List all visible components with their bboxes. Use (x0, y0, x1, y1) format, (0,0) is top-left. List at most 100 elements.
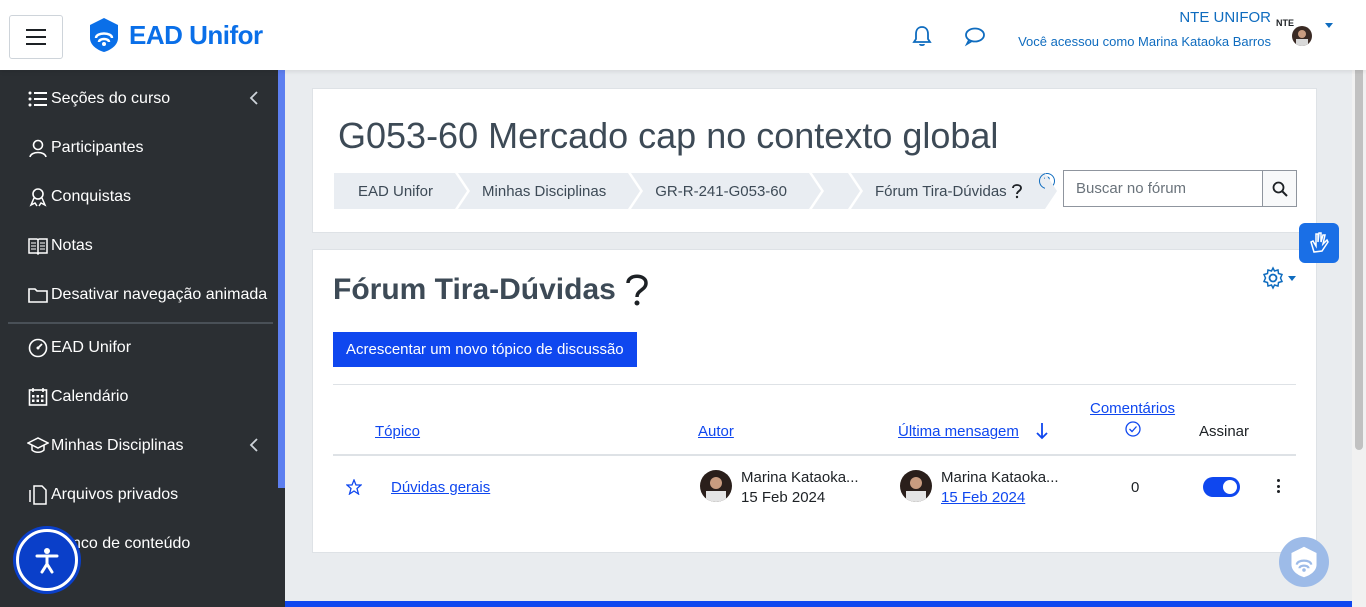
list-icon (27, 88, 49, 110)
breadcrumb-item[interactable]: Minhas Disciplinas (458, 173, 641, 209)
sidebar-item-my-courses[interactable]: Minhas Disciplinas (27, 431, 267, 461)
sidebar-item-course-sections[interactable]: Seções do curso (27, 84, 267, 114)
column-header-author[interactable]: Autor (698, 423, 734, 440)
table-header-divider (333, 454, 1296, 456)
star-icon[interactable] (346, 479, 362, 495)
user-icon (27, 137, 49, 159)
top-navbar: EAD Unifor NTE UNIFOR Você acessou como … (0, 0, 1366, 70)
forum-title: Fórum Tira-Dúvidas (333, 272, 650, 308)
sidebar-divider (8, 322, 273, 324)
sidebar-item-ead-unifor[interactable]: EAD Unifor (27, 333, 267, 363)
check-circle-icon (1125, 421, 1141, 437)
breadcrumb-item-current: Fórum Tira-Dúvidas (850, 173, 1057, 209)
sidebar-item-label: Minhas Disciplinas (51, 437, 184, 454)
graduation-cap-icon (27, 435, 49, 457)
comments-count: 0 (1131, 479, 1140, 496)
sign-language-widget-button[interactable] (1299, 223, 1339, 263)
page-scrollbar[interactable] (1352, 0, 1366, 607)
calendar-icon (27, 386, 49, 408)
accessibility-icon (35, 548, 59, 574)
hand-sign-icon (1310, 232, 1329, 253)
sidebar-item-label: Seções do curso (51, 90, 171, 107)
sidebar-item-label: nco de conteúdo (72, 535, 191, 552)
sidebar-item-participants[interactable]: Participantes (27, 133, 267, 163)
author-name: Marina Kataoka... (741, 469, 859, 486)
forum-title-text: Fórum Tira-Dúvidas (333, 273, 616, 306)
ead-logo-icon (1291, 546, 1317, 578)
sort-down-arrow-icon (1036, 423, 1048, 440)
site-logo[interactable]: EAD Unifor (85, 15, 263, 55)
sidebar-item-label: Desativar navegação animada (51, 286, 268, 303)
forum-actions-menu[interactable] (1261, 266, 1296, 290)
chevron-left-icon[interactable] (249, 438, 259, 452)
sidebar-item-disable-animated-nav[interactable]: Desativar navegação animada (27, 280, 277, 310)
bell-icon[interactable] (910, 24, 934, 48)
last-post-avatar (900, 470, 932, 502)
sidebar-item-grades[interactable]: Notas (27, 231, 267, 261)
search-input[interactable] (1064, 171, 1262, 206)
subscribe-toggle[interactable] (1203, 477, 1240, 497)
search-button[interactable] (1262, 171, 1296, 206)
ead-assistant-button[interactable] (1279, 537, 1329, 587)
breadcrumb: EAD Unifor Minhas Disciplinas GR-R-241-G… (334, 173, 1057, 209)
sidebar-item-label: Conquistas (51, 188, 132, 205)
forum-search (1063, 170, 1297, 207)
breadcrumb-label: EAD Unifor (358, 182, 434, 200)
left-drawer: Seções do curso Participantes Conquistas… (0, 70, 285, 607)
hamburger-icon (26, 29, 46, 45)
breadcrumb-label: GR-R-241-G053-60 (655, 182, 787, 200)
search-icon (1272, 181, 1288, 197)
add-discussion-button[interactable]: Acrescentar um novo tópico de discussão (333, 332, 637, 367)
sidebar-item-label: Participantes (51, 139, 144, 156)
page-header-card: G053-60 Mercado cap no contexto global E… (312, 88, 1317, 233)
user-menu[interactable]: NTE UNIFOR Você acessou como Marina Kata… (1018, 8, 1271, 53)
logo-text: EAD Unifor (129, 19, 263, 50)
question-mark-icon (626, 274, 648, 306)
kebab-dot (1276, 484, 1280, 488)
breadcrumb-item[interactable]: EAD Unifor (334, 173, 468, 209)
row-actions-menu[interactable] (1276, 479, 1280, 493)
gear-icon (1262, 266, 1284, 290)
topic-link[interactable]: Dúvidas gerais (391, 479, 490, 496)
author-date: 15 Feb 2024 (741, 489, 826, 506)
page-title: G053-60 Mercado cap no contexto global (338, 115, 999, 156)
file-icon (27, 484, 49, 506)
last-post-author: Marina Kataoka... (941, 469, 1059, 486)
sidebar-item-achievements[interactable]: Conquistas (27, 182, 267, 212)
chevron-left-icon[interactable] (249, 91, 259, 105)
kebab-dot (1276, 479, 1280, 482)
forum-card: Fórum Tira-Dúvidas Acrescentar um novo t… (312, 249, 1317, 553)
org-badge: NTE (1276, 18, 1294, 28)
sidebar-item-private-files[interactable]: Arquivos privados (27, 480, 267, 510)
accessibility-button[interactable] (16, 529, 78, 591)
last-post-date-link[interactable]: 15 Feb 2024 (941, 489, 1025, 506)
hamburger-menu-button[interactable] (9, 15, 63, 59)
kebab-dot (1276, 490, 1280, 493)
sidebar-item-calendar[interactable]: Calendário (27, 382, 267, 412)
user-avatar[interactable]: NTE (1276, 16, 1316, 50)
folder-icon (27, 284, 49, 306)
award-icon (27, 186, 49, 208)
author-avatar (700, 470, 732, 502)
sidebar-item-label: EAD Unifor (51, 339, 132, 356)
chevron-down-icon[interactable] (1325, 23, 1333, 28)
chevron-down-icon (1288, 275, 1296, 281)
chat-icon[interactable] (963, 24, 987, 48)
footer-strip (285, 601, 1352, 607)
avatar (1292, 26, 1312, 46)
drawer-scroll-accent (278, 70, 285, 488)
column-header-topic[interactable]: Tópico (375, 423, 420, 440)
book-icon (27, 235, 49, 257)
breadcrumb-label: Minhas Disciplinas (482, 182, 607, 200)
column-header-subscribe: Assinar (1199, 423, 1250, 440)
breadcrumb-item[interactable]: GR-R-241-G053-60 (631, 173, 821, 209)
sidebar-item-content-bank[interactable]: nco de conteúdo (72, 529, 312, 559)
column-header-comments[interactable]: Comentários (1090, 400, 1175, 417)
divider (333, 384, 1296, 385)
breadcrumb-label: Fórum Tira-Dúvidas (874, 182, 1007, 200)
dashboard-icon (27, 337, 49, 359)
sidebar-item-label: Arquivos privados (51, 486, 179, 503)
sidebar-item-label: Calendário (51, 388, 129, 405)
question-mark-icon (1011, 184, 1022, 199)
column-header-last-post[interactable]: Última mensagem (898, 423, 1019, 440)
